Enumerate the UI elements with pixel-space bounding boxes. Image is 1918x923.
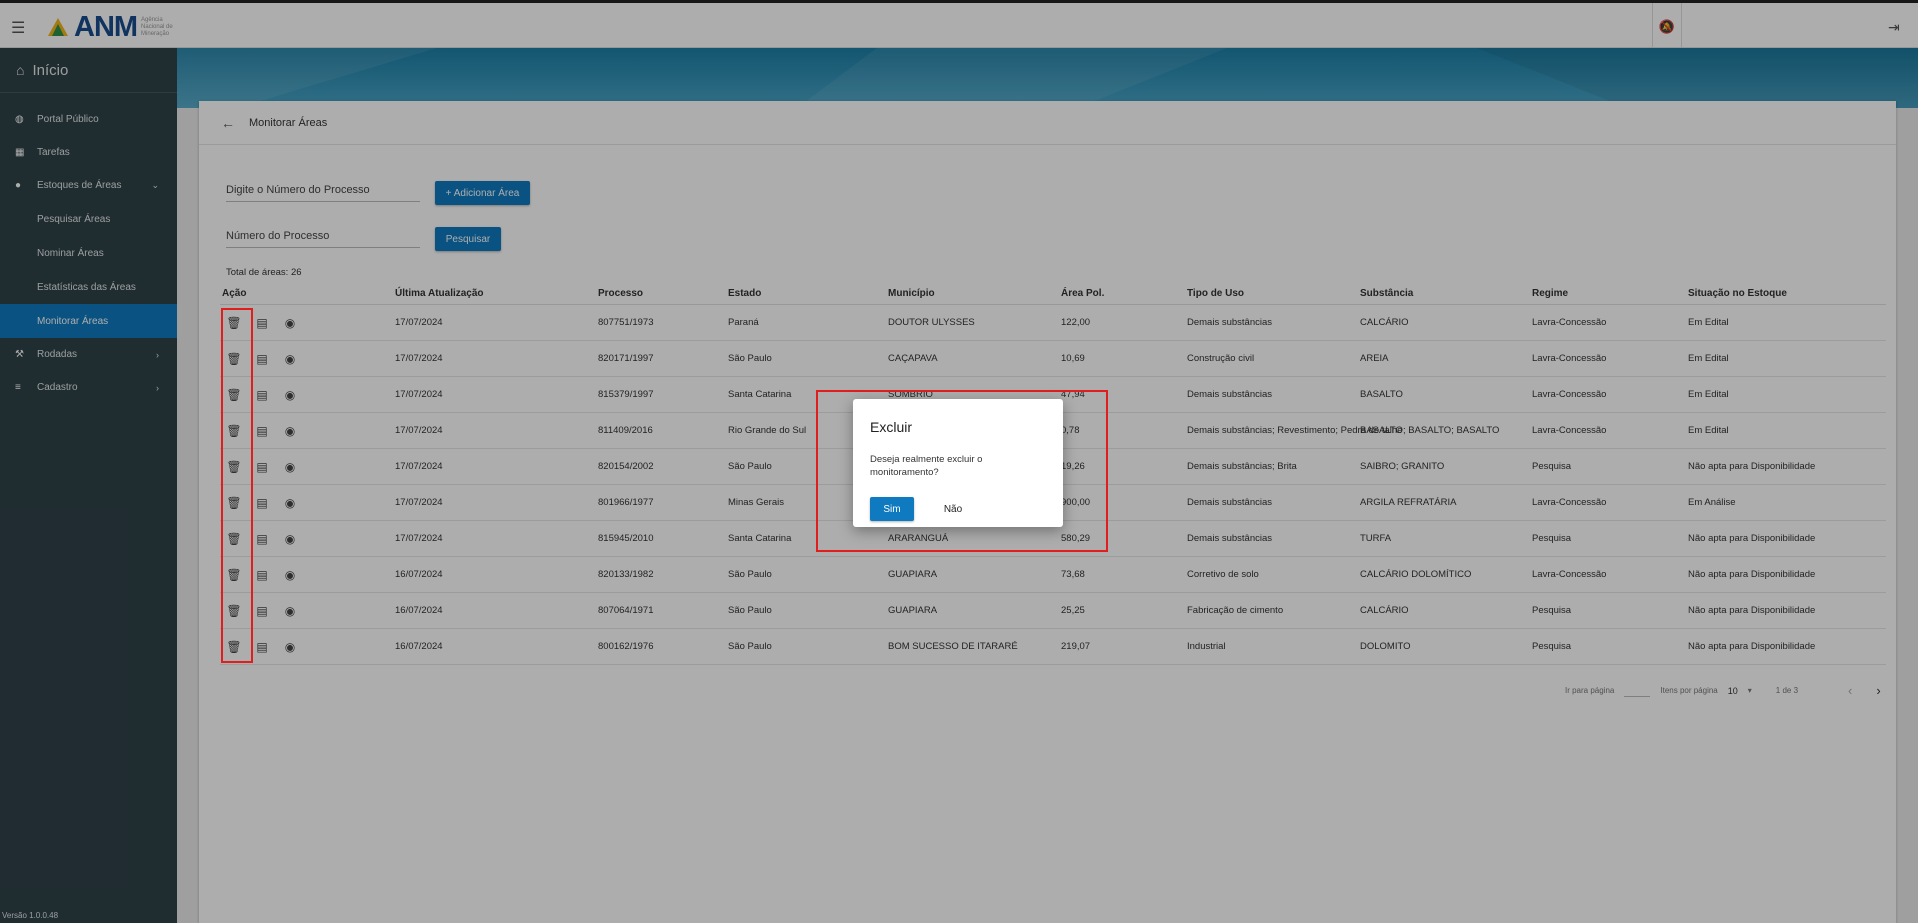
dialog-message: Deseja realmente excluir o monitoramento…: [870, 454, 983, 478]
highlight-delete-column: [221, 308, 253, 663]
confirm-no-button[interactable]: Não: [931, 497, 975, 521]
confirm-yes-button[interactable]: Sim: [870, 497, 914, 521]
delete-confirm-dialog: Excluir Deseja realmente excluir o monit…: [853, 399, 1063, 527]
dialog-title: Excluir: [870, 419, 913, 435]
